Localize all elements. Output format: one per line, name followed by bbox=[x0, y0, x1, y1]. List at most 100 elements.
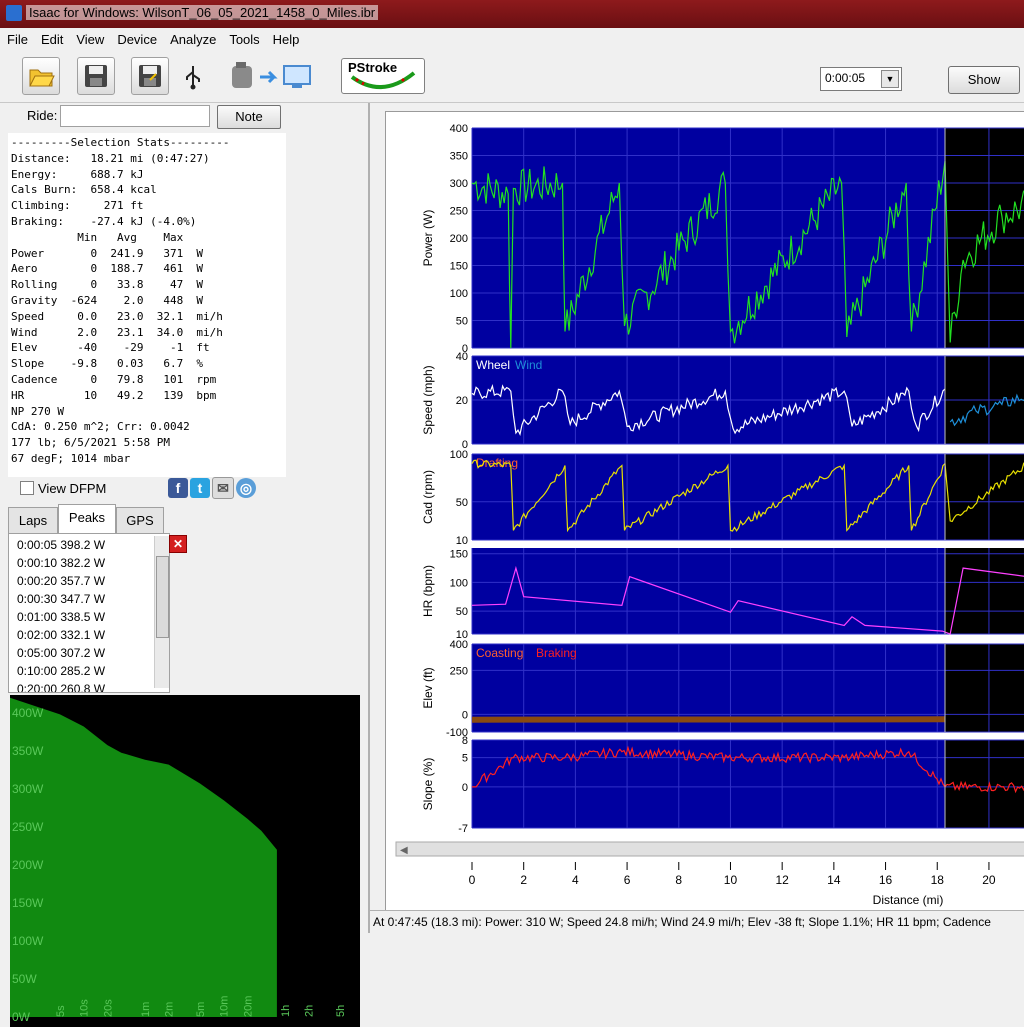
note-button[interactable]: Note bbox=[217, 105, 281, 129]
status-bar: At 0:47:45 (18.3 mi): Power: 310 W; Spee… bbox=[370, 910, 1024, 934]
pdc-x-label: 5m bbox=[195, 1002, 207, 1017]
left-pane: Ride: Note ---------Selection Stats-----… bbox=[0, 103, 370, 933]
x-tick-label: 8 bbox=[675, 873, 682, 887]
y-tick-label: 250 bbox=[450, 665, 468, 677]
usb-button[interactable] bbox=[183, 64, 203, 93]
download-button[interactable] bbox=[228, 60, 320, 97]
pdc-y-label: 350W bbox=[12, 744, 44, 758]
selection-stats: ---------Selection Stats--------- Distan… bbox=[8, 133, 286, 477]
y-tick-label: 10 bbox=[456, 535, 468, 547]
menu-file[interactable]: File bbox=[0, 28, 34, 47]
show-button[interactable]: Show bbox=[948, 66, 1020, 94]
menu-bar: FileEditViewDeviceAnalyzeToolsHelp bbox=[0, 28, 1024, 53]
pdc-x-label: 2h bbox=[304, 1005, 316, 1017]
y-tick-label: 150 bbox=[450, 261, 468, 273]
plot-background bbox=[472, 548, 945, 634]
interval-select[interactable]: 0:00:05 ▼ bbox=[820, 67, 902, 91]
peaks-scrollbar[interactable] bbox=[154, 536, 169, 688]
scroll-thumb[interactable] bbox=[156, 556, 169, 638]
y-tick-label: 300 bbox=[450, 178, 468, 190]
close-icon[interactable]: ✕ bbox=[169, 535, 187, 553]
save-as-button[interactable] bbox=[131, 57, 169, 95]
y-tick-label: 40 bbox=[456, 351, 468, 363]
y-axis-label: Speed (mph) bbox=[421, 365, 435, 434]
menu-help[interactable]: Help bbox=[266, 28, 306, 47]
y-axis-label: Cad (rpm) bbox=[421, 470, 435, 524]
y-axis-label: Elev (ft) bbox=[421, 667, 435, 708]
y-tick-label: 100 bbox=[450, 449, 468, 461]
y-tick-label: 400 bbox=[450, 639, 468, 651]
pstroke-button[interactable]: PStroke bbox=[341, 58, 425, 94]
menu-edit[interactable]: Edit bbox=[34, 28, 69, 47]
menu-view[interactable]: View bbox=[69, 28, 110, 47]
list-item[interactable]: 0:00:10 382.2 W bbox=[17, 556, 105, 570]
usb-icon bbox=[183, 64, 203, 90]
pdc-x-label: 10s bbox=[79, 999, 91, 1017]
legend-entry: Coasting bbox=[476, 646, 523, 660]
tab-laps[interactable]: Laps bbox=[8, 507, 58, 534]
plot-background bbox=[472, 454, 945, 540]
y-tick-label: 50 bbox=[456, 497, 468, 509]
pdc-x-label: 1h bbox=[280, 1005, 292, 1017]
y-tick-label: 20 bbox=[456, 395, 468, 407]
y-tick-label: 250 bbox=[450, 206, 468, 218]
list-item[interactable]: 0:20:00 260.8 W bbox=[17, 682, 105, 693]
title-bar: Isaac for Windows: WilsonT_06_05_2021_14… bbox=[0, 0, 1024, 28]
list-item[interactable]: 0:10:00 285.2 W bbox=[17, 664, 105, 678]
pdc-y-label: 50W bbox=[12, 972, 37, 986]
twitter-icon[interactable]: t bbox=[190, 478, 210, 498]
checkbox-box[interactable] bbox=[20, 481, 34, 495]
scroll-left-icon: ◀ bbox=[400, 845, 408, 856]
list-item[interactable]: 0:01:00 338.5 W bbox=[17, 610, 105, 624]
pdc-x-label: 1m bbox=[140, 1002, 152, 1017]
pdc-y-label: 200W bbox=[12, 858, 44, 872]
y-tick-label: 50 bbox=[456, 606, 468, 618]
web-icon[interactable]: ◎ bbox=[236, 478, 256, 498]
x-tick-label: 10 bbox=[724, 873, 738, 887]
open-button[interactable] bbox=[22, 57, 60, 95]
unselected-region bbox=[945, 644, 1024, 732]
list-item[interactable]: 0:00:05 398.2 W bbox=[17, 538, 105, 552]
mail-icon[interactable]: ✉ bbox=[212, 477, 234, 499]
power-duration-chart: 400W350W300W250W200W150W100W50W0W5s10s20… bbox=[10, 695, 360, 1027]
window-title: Isaac for Windows: WilsonT_06_05_2021_14… bbox=[26, 5, 378, 20]
y-tick-label: 0 bbox=[462, 782, 468, 794]
tab-gps[interactable]: GPS bbox=[116, 507, 164, 534]
x-tick-label: 6 bbox=[624, 873, 631, 887]
x-tick-label: 16 bbox=[879, 873, 893, 887]
social-icons: ft✉◎ bbox=[168, 477, 258, 499]
list-item[interactable]: 0:00:20 357.7 W bbox=[17, 574, 105, 588]
save-as-icon bbox=[136, 62, 164, 90]
unselected-region bbox=[945, 548, 1024, 634]
pdc-x-label: 5h bbox=[335, 1005, 347, 1017]
plot-background bbox=[472, 740, 945, 828]
menu-analyze[interactable]: Analyze bbox=[163, 28, 222, 47]
facebook-icon[interactable]: f bbox=[168, 478, 188, 498]
peaks-list[interactable]: 0:00:05 398.2 W 0:00:10 382.2 W 0:00:20 … bbox=[8, 533, 170, 693]
status-text: At 0:47:45 (18.3 mi): Power: 310 W; Spee… bbox=[373, 915, 991, 929]
pdc-y-label: 300W bbox=[12, 782, 44, 796]
chevron-down-icon[interactable]: ▼ bbox=[881, 70, 899, 88]
view-dfpm-checkbox[interactable]: View DFPM bbox=[20, 481, 106, 496]
list-item[interactable]: 0:02:00 332.1 W bbox=[17, 628, 105, 642]
save-button[interactable] bbox=[77, 57, 115, 95]
pdc-y-label: 400W bbox=[12, 706, 44, 720]
x-tick-label: 12 bbox=[775, 873, 789, 887]
pdc-x-label: 10m bbox=[219, 996, 231, 1017]
list-item[interactable]: 0:00:30 347.7 W bbox=[17, 592, 105, 606]
list-item[interactable]: 0:05:00 307.2 W bbox=[17, 646, 105, 660]
y-axis-label: Slope (%) bbox=[421, 758, 435, 811]
menu-device[interactable]: Device bbox=[110, 28, 163, 47]
x-tick-label: 20 bbox=[982, 873, 996, 887]
menu-tools[interactable]: Tools bbox=[222, 28, 265, 47]
x-axis-label: Distance (mi) bbox=[873, 893, 944, 907]
x-tick-label: 4 bbox=[572, 873, 579, 887]
pdc-y-label: 0W bbox=[12, 1010, 31, 1024]
pdc-y-label: 100W bbox=[12, 934, 44, 948]
pdc-y-label: 150W bbox=[12, 896, 44, 910]
chart-frame: 050100150200250300350400Power (W)02040Sp… bbox=[385, 111, 1024, 913]
view-dfpm-label: View DFPM bbox=[38, 481, 106, 496]
tab-peaks[interactable]: Peaks bbox=[58, 504, 116, 535]
ride-input[interactable] bbox=[60, 105, 210, 127]
save-icon bbox=[82, 62, 110, 90]
